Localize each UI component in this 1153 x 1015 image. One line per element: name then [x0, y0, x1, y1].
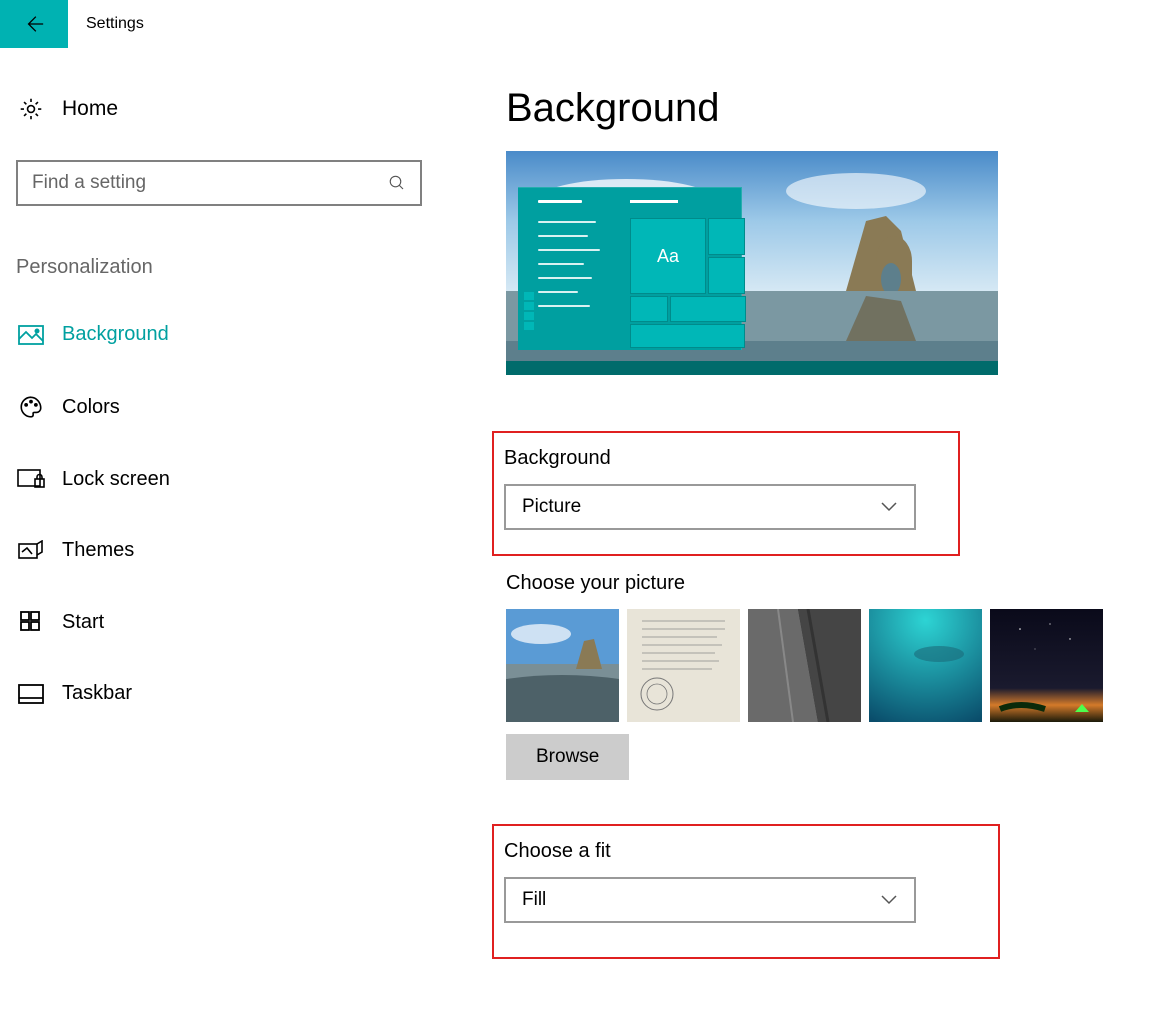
sidebar-item-taskbar[interactable]: Taskbar [16, 672, 440, 715]
background-type-section: Background Picture [492, 431, 960, 556]
background-preview: Aa [506, 151, 998, 375]
sidebar-item-lock-screen[interactable]: Lock screen [16, 458, 440, 501]
back-button[interactable] [0, 0, 68, 48]
browse-button[interactable]: Browse [506, 734, 629, 780]
picture-thumb[interactable] [869, 609, 982, 722]
picture-thumb[interactable] [506, 609, 619, 722]
sidebar-item-label: Taskbar [62, 682, 132, 705]
sidebar-item-background[interactable]: Background [16, 313, 440, 356]
picture-thumb[interactable] [627, 609, 740, 722]
arrow-left-icon [23, 13, 45, 35]
search-input[interactable] [32, 172, 388, 194]
sidebar-item-label: Start [62, 611, 104, 634]
sidebar-item-label: Colors [62, 396, 120, 419]
sidebar-item-start[interactable]: Start [16, 600, 440, 644]
window-title: Settings [86, 15, 144, 33]
sidebar-item-themes[interactable]: Themes [16, 529, 440, 572]
choose-fit-section: Choose a fit Fill [492, 824, 1000, 959]
dropdown-value: Fill [522, 889, 546, 911]
titlebar: Settings [0, 0, 1153, 48]
search-icon [388, 174, 406, 192]
choose-fit-label: Choose a fit [504, 840, 988, 863]
picture-thumb[interactable] [990, 609, 1103, 722]
gear-icon [16, 96, 46, 122]
sidebar-item-colors[interactable]: Colors [16, 384, 440, 430]
content: Background [440, 86, 1153, 975]
home-link[interactable]: Home [16, 86, 440, 132]
preview-start-overlay: Aa [518, 187, 742, 350]
picture-thumb[interactable] [748, 609, 861, 722]
sidebar-item-label: Themes [62, 539, 134, 562]
picture-thumbnails [506, 609, 1153, 722]
preview-tile-text: Aa [630, 218, 706, 294]
themes-icon [16, 540, 46, 562]
sidebar-item-label: Background [62, 323, 169, 346]
palette-icon [16, 394, 46, 420]
picture-icon [16, 325, 46, 345]
preview-taskbar [506, 361, 998, 375]
background-type-label: Background [504, 447, 948, 470]
dropdown-value: Picture [522, 496, 581, 518]
search-box[interactable] [16, 160, 422, 206]
home-label: Home [62, 97, 118, 121]
choose-picture-label: Choose your picture [506, 572, 1153, 595]
fit-dropdown[interactable]: Fill [504, 877, 916, 923]
lock-screen-icon [16, 469, 46, 491]
taskbar-icon [16, 684, 46, 704]
chevron-down-icon [880, 894, 898, 906]
chevron-down-icon [880, 501, 898, 513]
start-icon [16, 610, 46, 634]
sidebar: Home Personalization Background [0, 86, 440, 975]
sidebar-item-label: Lock screen [62, 468, 170, 491]
page-title: Background [506, 86, 1153, 131]
background-type-dropdown[interactable]: Picture [504, 484, 916, 530]
category-title: Personalization [16, 256, 440, 279]
